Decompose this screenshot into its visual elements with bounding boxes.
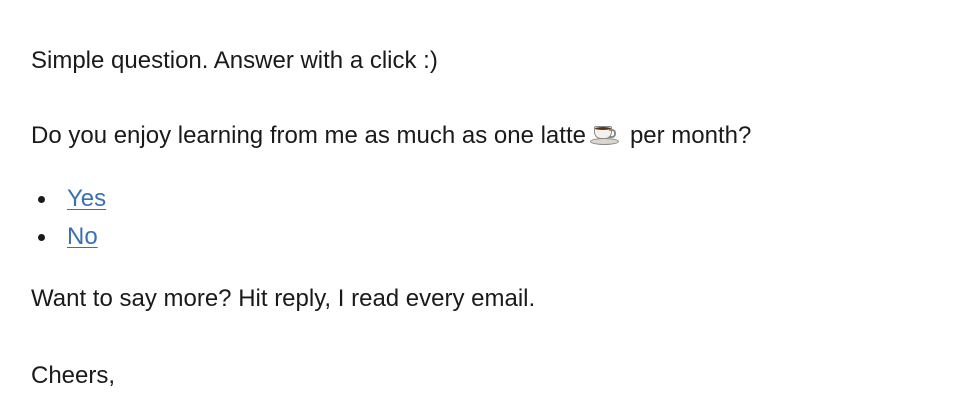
no-link[interactable]: No <box>67 223 98 250</box>
bullet-icon <box>38 234 45 241</box>
signoff-text: Cheers, <box>31 362 116 389</box>
reply-invite-text: Want to say more? Hit reply, I read ever… <box>31 285 536 312</box>
question-text: Do you enjoy learning from me as much as… <box>31 121 751 151</box>
answer-options-list: Yes No <box>31 183 106 259</box>
list-item: No <box>31 221 106 259</box>
question-text-start: Do you enjoy learning from me as much as… <box>31 122 586 149</box>
list-item: Yes <box>31 183 106 221</box>
intro-text: Simple question. Answer with a click :) <box>31 47 438 74</box>
question-text-end: per month? <box>629 122 752 149</box>
coffee-cup-icon <box>589 122 619 146</box>
yes-link[interactable]: Yes <box>67 185 106 212</box>
bullet-icon <box>38 196 45 203</box>
